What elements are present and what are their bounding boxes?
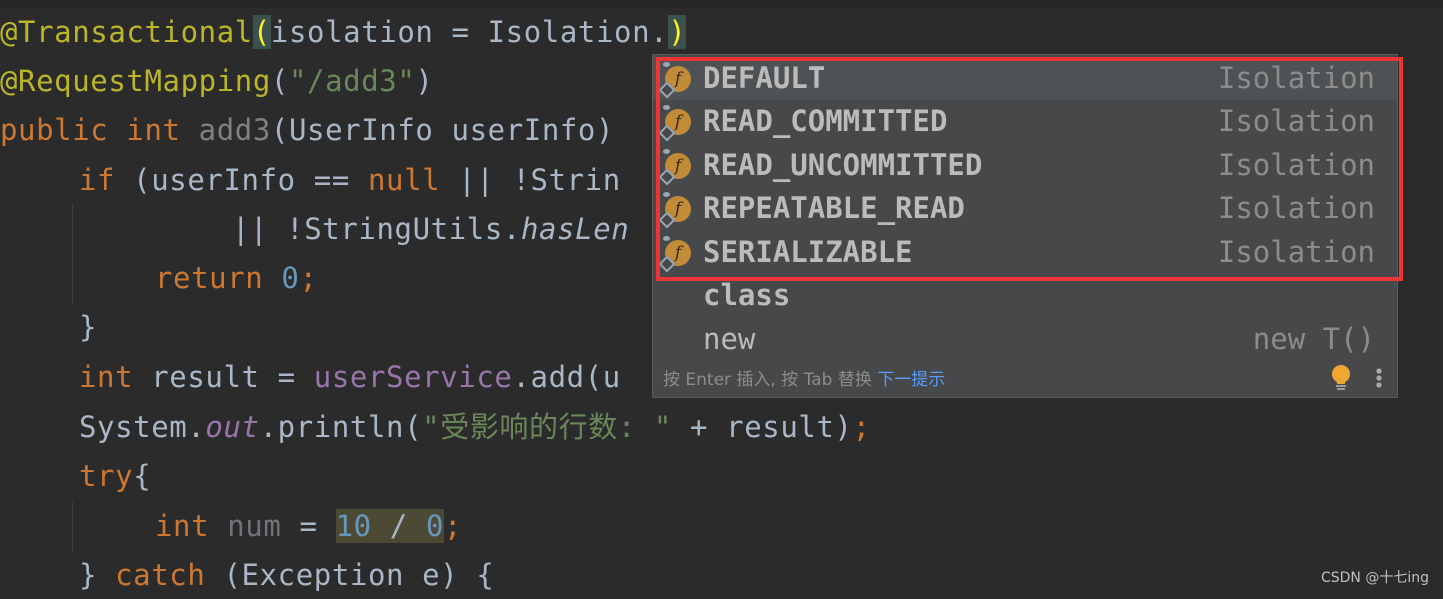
- number-token: 0: [425, 509, 444, 543]
- completion-item-name: DEFAULT: [703, 61, 826, 95]
- unused-variable-token: num: [227, 509, 282, 543]
- warning-highlight[interactable]: 10 / 0: [335, 509, 444, 543]
- method-name: add3: [198, 113, 271, 147]
- completion-item-name: READ_COMMITTED: [703, 104, 948, 138]
- keyword-token: int: [126, 113, 181, 147]
- more-vertical-icon[interactable]: [1374, 367, 1384, 391]
- keyword-token: catch: [115, 558, 206, 592]
- code-line-12[interactable]: } catch (Exception e) {: [79, 551, 494, 599]
- code-token: System.: [79, 410, 206, 444]
- field-token: userService: [313, 360, 513, 394]
- string-token: "/add3": [288, 64, 416, 98]
- code-line-6[interactable]: return 0;: [155, 254, 318, 302]
- number-token: 0: [281, 261, 300, 295]
- field-icon: f: [658, 105, 691, 142]
- watermark: CSDN @十七ing: [1320, 570, 1429, 586]
- keyword-token: return: [155, 261, 264, 295]
- code-token: || !StringUtils.: [232, 212, 521, 246]
- completion-item-type: Isolation: [1217, 104, 1375, 138]
- completion-item-type: Isolation: [1217, 191, 1375, 225]
- code-token: .println(: [259, 410, 423, 444]
- completion-item-new[interactable]: new new T(): [653, 318, 1397, 361]
- code-token: }: [79, 310, 98, 344]
- code-token: + result): [672, 410, 853, 444]
- matched-paren: ): [668, 15, 687, 49]
- code-line-10[interactable]: try{: [79, 452, 151, 500]
- keyword-token: if: [79, 163, 116, 197]
- indent-guide: [72, 203, 73, 303]
- completion-item-serializable[interactable]: f SERIALIZABLE Isolation: [653, 231, 1397, 274]
- field-icon: f: [658, 192, 691, 229]
- next-tip-link[interactable]: 下一提示: [877, 370, 945, 390]
- completion-item-class[interactable]: class: [653, 274, 1397, 317]
- code-line-3[interactable]: public int add3(UserInfo userInfo): [0, 106, 614, 154]
- field-icon: f: [658, 62, 691, 99]
- semicolon-token: ;: [299, 261, 318, 295]
- code-token: (userInfo ==: [115, 163, 368, 197]
- indent-guide: [72, 502, 73, 552]
- completion-item-name: SERIALIZABLE: [703, 235, 913, 269]
- code-token: || !Strin: [440, 163, 621, 197]
- code-token: (UserInfo userInfo): [270, 113, 615, 147]
- code-token: {: [133, 459, 152, 493]
- code-line-1[interactable]: @Transactional(isolation = Isolation.): [0, 8, 687, 56]
- completion-item-read-uncommitted[interactable]: f READ_UNCOMMITTED Isolation: [653, 144, 1397, 187]
- code-line-11[interactable]: int num = 10 / 0;: [155, 502, 462, 550]
- keyword-token: int: [155, 509, 210, 543]
- code-token: isolation = Isolation.: [270, 15, 669, 49]
- code-token: (: [270, 64, 289, 98]
- completion-item-repeatable-read[interactable]: f REPEATABLE_READ Isolation: [653, 187, 1397, 230]
- completion-item-name: new: [703, 322, 756, 356]
- completion-item-read-committed[interactable]: f READ_COMMITTED Isolation: [653, 100, 1397, 143]
- number-token: 10: [335, 509, 372, 543]
- code-line-7[interactable]: }: [79, 303, 97, 351]
- code-completion-popup[interactable]: f DEFAULT Isolation f READ_COMMITTED Iso…: [652, 54, 1398, 398]
- matched-paren: (: [252, 15, 271, 49]
- code-token: result =: [133, 360, 314, 394]
- field-icon: f: [658, 149, 691, 186]
- code-token: .add(u: [512, 360, 621, 394]
- completion-item-name: REPEATABLE_READ: [703, 191, 965, 225]
- hint-text: 按 Enter 插入, 按 Tab 替换: [663, 370, 878, 390]
- code-token: }: [79, 558, 116, 592]
- keyword-token: null: [367, 163, 441, 197]
- completion-item-type: Isolation: [1217, 235, 1375, 269]
- code-line-9[interactable]: System.out.println("受影响的行数: " + result);: [79, 403, 871, 451]
- completion-item-type: Isolation: [1217, 61, 1375, 95]
- string-token: "受影响的行数: ": [422, 410, 672, 444]
- code-line-5[interactable]: || !StringUtils.hasLen: [232, 205, 629, 253]
- completion-item-name: READ_UNCOMMITTED: [703, 148, 983, 182]
- static-field-token: out: [205, 410, 260, 444]
- annotation-token: @Transactional: [0, 15, 253, 49]
- code-token: =: [281, 509, 336, 543]
- completion-item-type: Isolation: [1217, 148, 1375, 182]
- semicolon-token: ;: [852, 410, 871, 444]
- semicolon-token: ;: [444, 509, 463, 543]
- completion-item-type: new T(): [1252, 322, 1375, 356]
- lightbulb-icon[interactable]: [1330, 364, 1352, 392]
- code-token: ): [415, 64, 434, 98]
- operator-token: /: [371, 509, 426, 543]
- static-method-token: hasLen: [520, 212, 630, 246]
- code-token: (Exception e) {: [205, 558, 495, 592]
- code-line-4[interactable]: if (userInfo == null || !Strin: [79, 156, 621, 204]
- code-line-2[interactable]: @RequestMapping("/add3"): [0, 57, 433, 105]
- completion-hint: 按 Enter 插入, 按 Tab 替换 下一提示: [663, 365, 945, 390]
- completion-item-name: class: [703, 278, 791, 312]
- keyword-token: try: [79, 459, 134, 493]
- code-line-8[interactable]: int result = userService.add(u: [79, 353, 621, 401]
- keyword-token: public: [0, 113, 109, 147]
- field-icon: f: [658, 236, 691, 273]
- annotation-token: @RequestMapping: [0, 64, 271, 98]
- editor-top-strip: [0, 0, 1443, 8]
- keyword-token: int: [79, 360, 134, 394]
- completion-item-default[interactable]: f DEFAULT Isolation: [653, 57, 1397, 100]
